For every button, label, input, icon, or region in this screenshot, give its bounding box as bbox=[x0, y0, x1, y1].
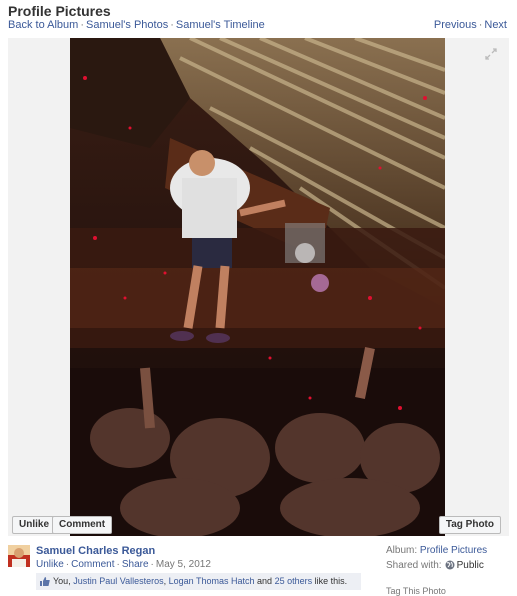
comment-link[interactable]: Comment bbox=[71, 559, 114, 570]
photo-stage: Unlike Comment Tag Photo bbox=[8, 38, 509, 536]
user-timeline-link[interactable]: Samuel's Timeline bbox=[176, 19, 265, 31]
likes-separator: , bbox=[163, 576, 167, 586]
next-link[interactable]: Next bbox=[484, 19, 507, 31]
tag-this-photo-link[interactable]: Tag This Photo bbox=[386, 586, 446, 596]
photo-image bbox=[70, 38, 445, 536]
likes-bar: You, Justin Paul Vallesteros, Logan Thom… bbox=[36, 573, 361, 590]
breadcrumb: Back to Album · Samuel's Photos · Samuel's T… bbox=[8, 19, 265, 31]
shared-label: Shared with: bbox=[386, 560, 442, 571]
privacy-info: Shared with: Public bbox=[386, 560, 484, 571]
tag-photo-button[interactable]: Tag Photo bbox=[438, 516, 501, 534]
liker-link[interactable]: Justin Paul Vallesteros bbox=[73, 576, 163, 586]
separator: · bbox=[80, 19, 84, 31]
cut-text[interactable]: Tag This Photo bbox=[386, 586, 446, 596]
album-link[interactable]: Profile Pictures bbox=[420, 545, 487, 556]
share-link[interactable]: Share bbox=[122, 559, 149, 570]
comment-button[interactable]: Comment bbox=[52, 516, 113, 534]
author-name[interactable]: Samuel Charles Regan bbox=[36, 545, 155, 557]
previous-link[interactable]: Previous bbox=[434, 19, 477, 31]
separator: · bbox=[116, 559, 120, 570]
privacy-value[interactable]: Public bbox=[457, 560, 484, 571]
album-label: Album: bbox=[386, 545, 418, 556]
globe-icon bbox=[445, 560, 455, 570]
post-date: May 5, 2012 bbox=[155, 559, 211, 570]
separator: · bbox=[170, 19, 174, 31]
unlike-button[interactable]: Unlike bbox=[12, 516, 57, 534]
album-info: Album: Profile Pictures bbox=[386, 545, 487, 556]
likes-tail: like this. bbox=[314, 576, 348, 586]
page-title: Profile Pictures bbox=[8, 3, 111, 19]
unlike-link[interactable]: Unlike bbox=[36, 559, 64, 570]
likes-you: You, bbox=[53, 576, 71, 586]
thumbs-up-icon bbox=[40, 577, 50, 586]
user-photos-link[interactable]: Samuel's Photos bbox=[86, 19, 168, 31]
likes-text: You, Justin Paul Vallesteros, Logan Thom… bbox=[53, 573, 347, 590]
author-link[interactable]: Samuel Charles Regan bbox=[36, 545, 155, 557]
liker-link[interactable]: Logan Thomas Hatch bbox=[169, 576, 255, 586]
main-photo[interactable] bbox=[70, 38, 445, 536]
likes-and: and bbox=[257, 576, 273, 586]
avatar[interactable] bbox=[8, 545, 30, 567]
back-to-album-link[interactable]: Back to Album bbox=[8, 19, 78, 31]
photo-pager: Previous · Next bbox=[434, 19, 507, 31]
avatar-image bbox=[8, 545, 30, 567]
fullscreen-icon[interactable] bbox=[485, 48, 497, 60]
separator: · bbox=[150, 559, 154, 570]
post-actions: Unlike · Comment · Share · May 5, 2012 bbox=[36, 559, 211, 570]
others-link[interactable]: 25 others bbox=[275, 576, 313, 586]
